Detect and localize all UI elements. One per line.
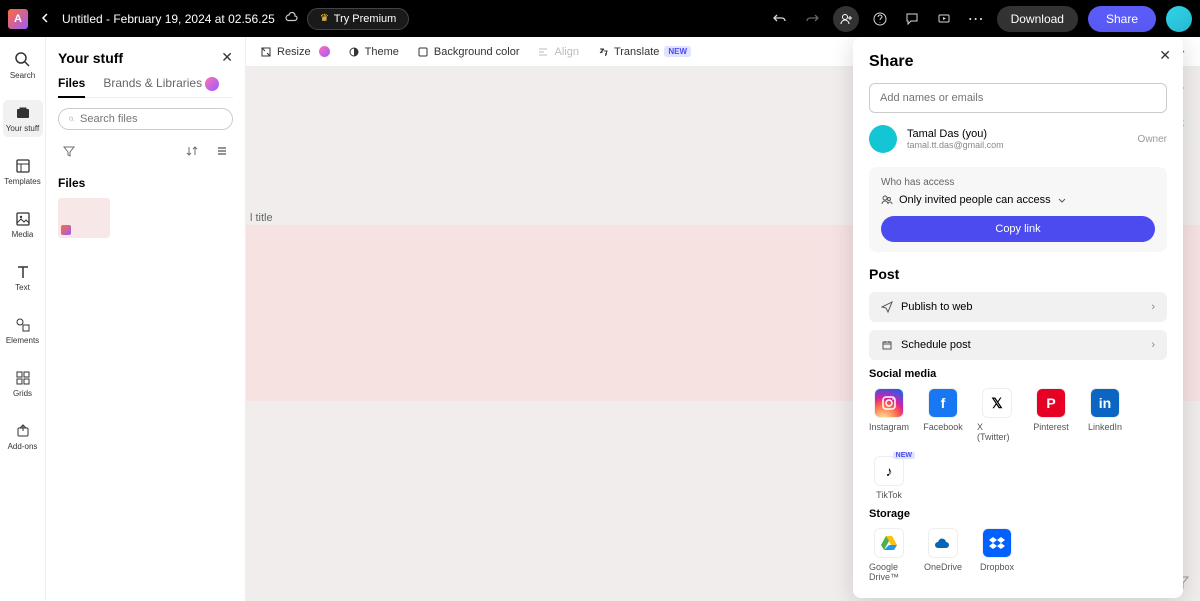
rail-grids[interactable]: Grids [0,365,45,402]
list-view-button[interactable] [211,140,233,162]
premium-badge-icon [319,46,330,57]
rail-search[interactable]: Search [0,47,45,84]
person-role: Owner [1138,134,1167,145]
rail-elements[interactable]: Elements [0,312,45,349]
resize-tool[interactable]: Resize [260,46,330,58]
your-stuff-panel: Your stuff ✕ Files Brands & Libraries Fi… [46,37,246,601]
redo-button[interactable] [801,8,823,30]
instagram-icon [874,388,904,418]
chevron-right-icon: › [1151,301,1155,313]
linkedin-icon: in [1090,388,1120,418]
x-icon: 𝕏 [982,388,1012,418]
rail-your-stuff[interactable]: Your stuff [3,100,43,137]
share-x-twitter[interactable]: 𝕏X (Twitter) [977,388,1017,442]
share-heading: Share [869,53,1167,71]
person-name: Tamal Das (you) [907,128,1128,140]
rail-media[interactable]: Media [0,206,45,243]
premium-label: Try Premium [334,13,397,25]
back-button[interactable] [36,10,54,28]
pinterest-icon: P [1036,388,1066,418]
left-rail: Search Your stuff Templates Media Text E… [0,37,46,601]
cloud-sync-icon[interactable] [283,10,299,28]
close-share-button[interactable]: ✕ [1159,47,1171,64]
filter-button[interactable] [58,140,80,162]
new-badge: NEW [893,452,915,459]
user-avatar[interactable] [1166,6,1192,32]
share-instagram[interactable]: Instagram [869,388,909,442]
storage-heading: Storage [869,508,1167,520]
document-title[interactable]: Untitled - February 19, 2024 at 02.56.25 [62,12,275,26]
dropbox-icon [982,528,1012,558]
rail-addons[interactable]: Add-ons [0,418,45,455]
share-onedrive[interactable]: OneDrive [923,528,963,582]
top-bar: A Untitled - February 19, 2024 at 02.56.… [0,0,1200,37]
invite-button[interactable] [833,6,859,32]
sort-button[interactable] [181,140,203,162]
share-linkedin[interactable]: inLinkedIn [1085,388,1125,442]
share-button[interactable]: Share [1088,6,1156,32]
background-color-tool[interactable]: Background color [417,46,520,58]
undo-button[interactable] [769,8,791,30]
tab-files[interactable]: Files [58,76,85,91]
files-section-label: Files [58,176,233,190]
google-drive-icon [874,528,904,558]
rail-text[interactable]: Text [0,259,45,296]
chevron-right-icon: › [1151,339,1155,351]
crown-icon: ♛ [320,13,329,24]
panel-title: Your stuff [58,50,123,66]
translate-tool[interactable]: TranslateNEW [597,46,691,58]
file-thumbnail[interactable] [58,198,110,238]
share-tiktok[interactable]: NEW♪TikTok [869,456,909,500]
close-panel-button[interactable]: ✕ [221,49,233,66]
facebook-icon: f [928,388,958,418]
share-person-row: Tamal Das (you) tamal.tt.das@gmail.com O… [869,125,1167,153]
people-icon [881,194,893,206]
send-icon [881,301,893,313]
help-button[interactable] [869,8,891,30]
theme-tool[interactable]: Theme [348,46,399,58]
more-button[interactable]: ⋯ [965,8,987,30]
publish-to-web-button[interactable]: Publish to web › [869,292,1167,322]
search-icon [69,113,74,125]
person-avatar [869,125,897,153]
share-google-drive[interactable]: Google Drive™ [869,528,909,582]
social-media-heading: Social media [869,368,1167,380]
app-logo[interactable]: A [8,9,28,29]
try-premium-button[interactable]: ♛ Try Premium [307,8,410,30]
share-dropbox[interactable]: Dropbox [977,528,1017,582]
align-tool: Align [537,46,578,58]
copy-link-button[interactable]: Copy link [881,216,1155,242]
share-pinterest[interactable]: PPinterest [1031,388,1071,442]
share-names-input[interactable] [869,83,1167,113]
schedule-post-button[interactable]: Schedule post › [869,330,1167,360]
post-heading: Post [869,266,1167,282]
download-button[interactable]: Download [997,6,1078,32]
tiktok-icon: ♪ [874,456,904,486]
title-placeholder-fragment: l title [250,212,273,224]
share-facebook[interactable]: fFacebook [923,388,963,442]
calendar-icon [881,339,893,351]
onedrive-icon [928,528,958,558]
rail-templates[interactable]: Templates [0,153,45,190]
new-badge: NEW [664,46,691,57]
share-panel: ✕ Share Tamal Das (you) tamal.tt.das@gma… [853,37,1183,598]
access-dropdown[interactable]: Only invited people can access [881,194,1155,206]
present-button[interactable] [933,8,955,30]
chevron-down-icon [1057,195,1067,205]
person-email: tamal.tt.das@gmail.com [907,140,1128,150]
access-heading: Who has access [881,177,1155,188]
search-files-wrap[interactable] [58,108,233,130]
search-files-input[interactable] [80,113,222,125]
premium-badge-icon [205,77,219,91]
comment-button[interactable] [901,8,923,30]
tab-brands-libraries[interactable]: Brands & Libraries [103,76,219,91]
